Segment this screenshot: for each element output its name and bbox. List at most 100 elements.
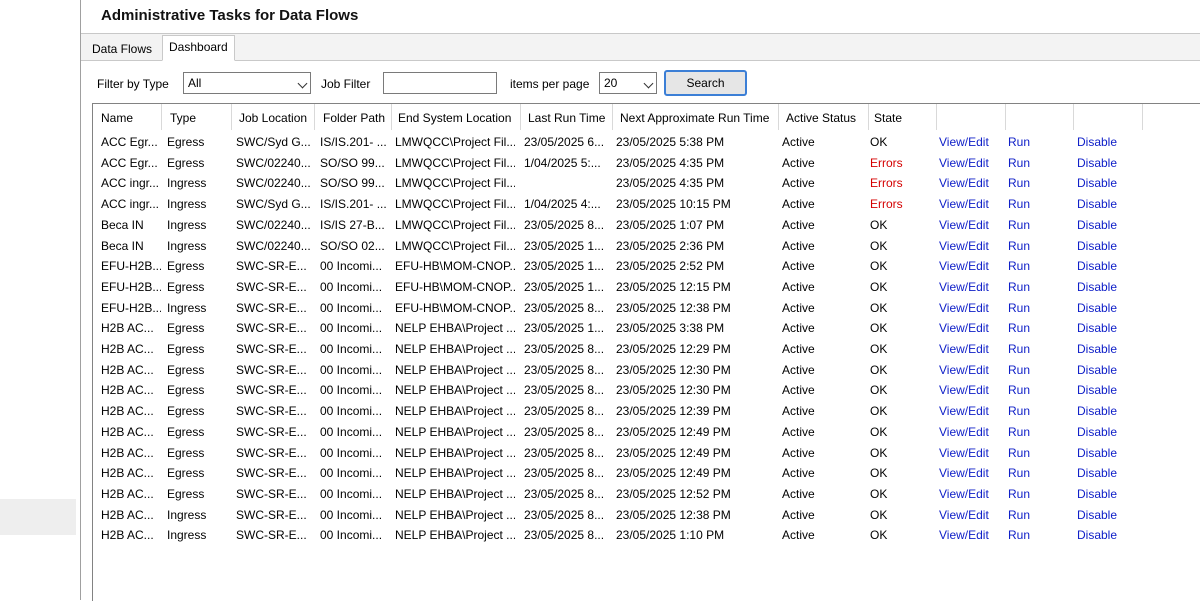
disable-link[interactable]: Disable [1077,342,1141,356]
run-link[interactable]: Run [1008,156,1068,170]
column-separator[interactable] [520,104,521,130]
column-separator[interactable] [612,104,613,130]
view-edit-link[interactable]: View/Edit [939,342,1005,356]
table-row[interactable]: ACC ingr... Ingress SWC/02240... SO/SO 99..… [93,173,1200,193]
column-separator[interactable] [161,104,162,130]
tab-dashboard[interactable]: Dashboard [162,35,235,61]
view-edit-link[interactable]: View/Edit [939,301,1005,315]
run-link[interactable]: Run [1008,528,1068,542]
column-header-state[interactable]: State [874,111,902,125]
table-row[interactable]: H2B AC... Egress SWC-SR-E... 00 Incomi... NE… [93,360,1200,380]
run-link[interactable]: Run [1008,404,1068,418]
table-row[interactable]: Beca IN Ingress SWC/02240... SO/SO 02... LMW… [93,236,1200,256]
column-header-end[interactable]: End System Location [398,111,511,125]
disable-link[interactable]: Disable [1077,363,1141,377]
view-edit-link[interactable]: View/Edit [939,508,1005,522]
run-link[interactable]: Run [1008,197,1068,211]
view-edit-link[interactable]: View/Edit [939,363,1005,377]
table-row[interactable]: EFU-H2B... Egress SWC-SR-E... 00 Incomi... E… [93,277,1200,297]
run-link[interactable]: Run [1008,383,1068,397]
run-link[interactable]: Run [1008,301,1068,315]
column-header-type[interactable]: Type [170,111,196,125]
column-separator[interactable] [231,104,232,130]
disable-link[interactable]: Disable [1077,446,1141,460]
run-link[interactable]: Run [1008,342,1068,356]
run-link[interactable]: Run [1008,259,1068,273]
disable-link[interactable]: Disable [1077,528,1141,542]
table-row[interactable]: H2B AC... Egress SWC-SR-E... 00 Incomi... NE… [93,318,1200,338]
disable-link[interactable]: Disable [1077,508,1141,522]
disable-link[interactable]: Disable [1077,383,1141,397]
disable-link[interactable]: Disable [1077,135,1141,149]
disable-link[interactable]: Disable [1077,259,1141,273]
table-row[interactable]: ACC Egr... Egress SWC/Syd G... IS/IS.201- .… [93,132,1200,152]
disable-link[interactable]: Disable [1077,466,1141,480]
run-link[interactable]: Run [1008,218,1068,232]
view-edit-link[interactable]: View/Edit [939,156,1005,170]
column-separator[interactable] [314,104,315,130]
view-edit-link[interactable]: View/Edit [939,321,1005,335]
view-edit-link[interactable]: View/Edit [939,280,1005,294]
run-link[interactable]: Run [1008,176,1068,190]
table-row[interactable]: ACC Egr... Egress SWC/02240... SO/SO 99... L… [93,153,1200,173]
table-row[interactable]: EFU-H2B... Egress SWC-SR-E... 00 Incomi... E… [93,256,1200,276]
items-per-page-select[interactable]: 20 [599,72,657,94]
tab-data-flows[interactable]: Data Flows [86,39,158,59]
column-separator[interactable] [778,104,779,130]
column-header-active[interactable]: Active Status [786,111,856,125]
disable-link[interactable]: Disable [1077,197,1141,211]
run-link[interactable]: Run [1008,446,1068,460]
view-edit-link[interactable]: View/Edit [939,487,1005,501]
view-edit-link[interactable]: View/Edit [939,176,1005,190]
view-edit-link[interactable]: View/Edit [939,259,1005,273]
disable-link[interactable]: Disable [1077,218,1141,232]
job-filter-input[interactable] [383,72,497,94]
view-edit-link[interactable]: View/Edit [939,239,1005,253]
column-header-next[interactable]: Next Approximate Run Time [620,111,769,125]
view-edit-link[interactable]: View/Edit [939,425,1005,439]
view-edit-link[interactable]: View/Edit [939,528,1005,542]
view-edit-link[interactable]: View/Edit [939,135,1005,149]
table-row[interactable]: ACC ingr... Ingress SWC/Syd G... IS/IS.201-… [93,194,1200,214]
table-row[interactable]: H2B AC... Egress SWC-SR-E... 00 Incomi... NE… [93,380,1200,400]
run-link[interactable]: Run [1008,466,1068,480]
disable-link[interactable]: Disable [1077,239,1141,253]
view-edit-link[interactable]: View/Edit [939,446,1005,460]
disable-link[interactable]: Disable [1077,176,1141,190]
disable-link[interactable]: Disable [1077,404,1141,418]
run-link[interactable]: Run [1008,135,1068,149]
search-button[interactable]: Search [664,70,747,96]
view-edit-link[interactable]: View/Edit [939,404,1005,418]
type-select[interactable]: All [183,72,311,94]
disable-link[interactable]: Disable [1077,156,1141,170]
column-separator[interactable] [936,104,937,130]
column-header-folder[interactable]: Folder Path [323,111,385,125]
table-row[interactable]: H2B AC... Egress SWC-SR-E... 00 Incomi... NE… [93,401,1200,421]
view-edit-link[interactable]: View/Edit [939,383,1005,397]
column-separator[interactable] [868,104,869,130]
column-separator[interactable] [391,104,392,130]
view-edit-link[interactable]: View/Edit [939,218,1005,232]
run-link[interactable]: Run [1008,239,1068,253]
table-row[interactable]: H2B AC... Egress SWC-SR-E... 00 Incomi... NE… [93,422,1200,442]
run-link[interactable]: Run [1008,487,1068,501]
table-row[interactable]: H2B AC... Egress SWC-SR-E... 00 Incomi... NE… [93,484,1200,504]
column-separator[interactable] [1005,104,1006,130]
table-row[interactable]: EFU-H2B... Ingress SWC-SR-E... 00 Incomi...… [93,298,1200,318]
column-header-last[interactable]: Last Run Time [528,111,605,125]
table-row[interactable]: H2B AC... Egress SWC-SR-E... 00 Incomi... NE… [93,463,1200,483]
disable-link[interactable]: Disable [1077,321,1141,335]
column-header-name[interactable]: Name [101,111,133,125]
disable-link[interactable]: Disable [1077,487,1141,501]
run-link[interactable]: Run [1008,425,1068,439]
disable-link[interactable]: Disable [1077,301,1141,315]
disable-link[interactable]: Disable [1077,280,1141,294]
table-row[interactable]: H2B AC... Egress SWC-SR-E... 00 Incomi... NE… [93,339,1200,359]
table-row[interactable]: H2B AC... Ingress SWC-SR-E... 00 Incomi... N… [93,525,1200,545]
view-edit-link[interactable]: View/Edit [939,466,1005,480]
table-row[interactable]: Beca IN Ingress SWC/02240... IS/IS 27-B... L… [93,215,1200,235]
column-separator[interactable] [1073,104,1074,130]
table-row[interactable]: H2B AC... Egress SWC-SR-E... 00 Incomi... NE… [93,443,1200,463]
view-edit-link[interactable]: View/Edit [939,197,1005,211]
run-link[interactable]: Run [1008,280,1068,294]
